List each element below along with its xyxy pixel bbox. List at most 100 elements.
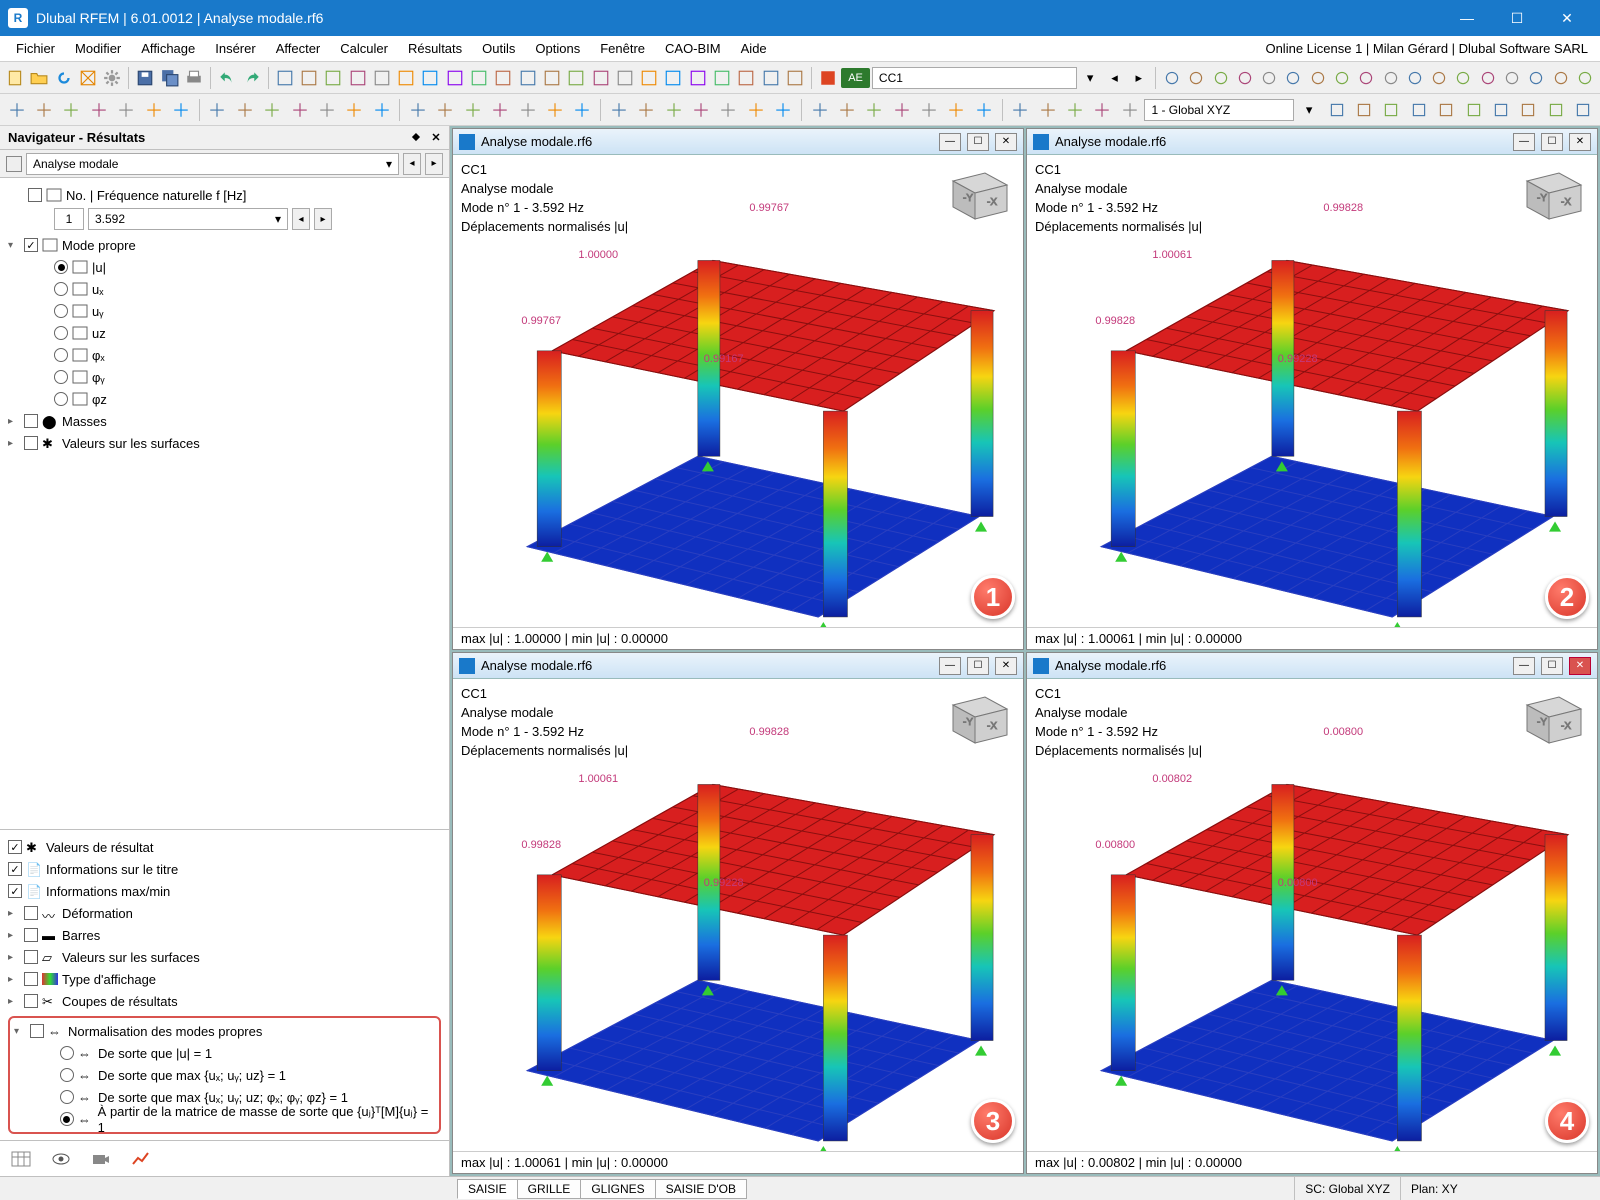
tb-misc2-9-icon[interactable] bbox=[1379, 65, 1401, 91]
norm1-radio[interactable] bbox=[60, 1046, 74, 1060]
tb2-35-icon[interactable] bbox=[1008, 97, 1033, 123]
tb-gear-icon[interactable] bbox=[101, 65, 123, 91]
barres-expander[interactable]: ▸ bbox=[8, 930, 20, 941]
tb-misc1-10-icon[interactable] bbox=[516, 65, 538, 91]
viewport-4-maximize-button[interactable]: ☐ bbox=[1541, 657, 1563, 675]
mode-uz-radio[interactable] bbox=[54, 326, 68, 340]
tb-misc1-20-icon[interactable] bbox=[759, 65, 781, 91]
status-tab-glignes[interactable]: GLIGNES bbox=[580, 1179, 655, 1199]
tb-misc2-15-icon[interactable] bbox=[1525, 65, 1547, 91]
viewport-3-maximize-button[interactable]: ☐ bbox=[967, 657, 989, 675]
viewport-1-titlebar[interactable]: Analyse modale.rf6 — ☐ ✕ bbox=[453, 129, 1023, 155]
tb-misc2-7-icon[interactable] bbox=[1331, 65, 1353, 91]
status-tab-saisie[interactable]: SAISIE bbox=[457, 1179, 518, 1199]
menu-inserer[interactable]: Insérer bbox=[205, 38, 265, 59]
menu-resultats[interactable]: Résultats bbox=[398, 38, 472, 59]
coupes-expander[interactable]: ▸ bbox=[8, 996, 20, 1007]
load-case-field[interactable] bbox=[872, 67, 1077, 89]
tb-misc1-0-icon[interactable] bbox=[274, 65, 296, 91]
tb2-10-icon[interactable] bbox=[287, 97, 312, 123]
typedisp-expander[interactable]: ▸ bbox=[8, 974, 20, 985]
mode-uy-radio[interactable] bbox=[54, 304, 68, 318]
nav-pin-icon[interactable]: ⬥ bbox=[407, 129, 425, 147]
mode-phy-radio[interactable] bbox=[54, 370, 68, 384]
nav-footer-camera-icon[interactable] bbox=[88, 1146, 114, 1172]
menu-affecter[interactable]: Affecter bbox=[266, 38, 331, 59]
tb2-21-icon[interactable] bbox=[606, 97, 631, 123]
mode-phx-radio[interactable] bbox=[54, 348, 68, 362]
tb2-22-icon[interactable] bbox=[634, 97, 659, 123]
viewport-2-close-button[interactable]: ✕ bbox=[1569, 133, 1591, 151]
tb-open-icon[interactable] bbox=[28, 65, 50, 91]
tb2b-8-icon[interactable] bbox=[1543, 97, 1568, 123]
infomm-check[interactable] bbox=[8, 884, 22, 898]
menu-outils[interactable]: Outils bbox=[472, 38, 525, 59]
tb2-4-icon[interactable] bbox=[114, 97, 139, 123]
tb2b-1-icon[interactable] bbox=[1351, 97, 1376, 123]
menu-fenetre[interactable]: Fenêtre bbox=[590, 38, 655, 59]
tb-misc1-9-icon[interactable] bbox=[492, 65, 514, 91]
tb-undo-icon[interactable] bbox=[216, 65, 238, 91]
tb-misc1-8-icon[interactable] bbox=[468, 65, 490, 91]
coord-system-field[interactable] bbox=[1144, 99, 1294, 121]
tb2-25-icon[interactable] bbox=[716, 97, 741, 123]
tb-misc2-0-icon[interactable] bbox=[1161, 65, 1183, 91]
tb2-1-icon[interactable] bbox=[31, 97, 56, 123]
tb-model-icon[interactable] bbox=[77, 65, 99, 91]
status-tab-grille[interactable]: GRILLE bbox=[517, 1179, 582, 1199]
viewport-4-canvas[interactable]: CC1Analyse modaleMode n° 1 - 3.592 HzDép… bbox=[1027, 679, 1597, 1151]
viewport-2-minimize-button[interactable]: — bbox=[1513, 133, 1535, 151]
mode-phz-radio[interactable] bbox=[54, 392, 68, 406]
modepropre-check[interactable] bbox=[24, 238, 38, 252]
tb2-7-icon[interactable] bbox=[205, 97, 230, 123]
window-minimize-button[interactable]: — bbox=[1442, 0, 1492, 36]
tb-print-icon[interactable] bbox=[183, 65, 205, 91]
window-maximize-button[interactable]: ☐ bbox=[1492, 0, 1542, 36]
tb2-38-icon[interactable] bbox=[1090, 97, 1115, 123]
tb2-cs-drop-icon[interactable]: ▾ bbox=[1296, 97, 1321, 123]
mode-ux-radio[interactable] bbox=[54, 282, 68, 296]
masses-expander[interactable]: ▸ bbox=[8, 416, 20, 427]
freq-value-select[interactable]: 3.592▾ bbox=[88, 208, 288, 230]
tb2-27-icon[interactable] bbox=[770, 97, 795, 123]
tb-misc1-5-icon[interactable] bbox=[395, 65, 417, 91]
tb-dropdown-icon[interactable]: ▾ bbox=[1079, 65, 1101, 91]
tb-misc2-5-icon[interactable] bbox=[1282, 65, 1304, 91]
modepropre-expander[interactable]: ▾ bbox=[8, 240, 20, 251]
tb-misc2-6-icon[interactable] bbox=[1307, 65, 1329, 91]
nav-next-button[interactable]: ▸ bbox=[425, 153, 443, 175]
viewport-1-minimize-button[interactable]: — bbox=[939, 133, 961, 151]
tb2-16-icon[interactable] bbox=[460, 97, 485, 123]
mode-u-radio[interactable] bbox=[54, 260, 68, 274]
tb-misc2-4-icon[interactable] bbox=[1258, 65, 1280, 91]
viewport-2-titlebar[interactable]: Analyse modale.rf6 — ☐ ✕ bbox=[1027, 129, 1597, 155]
norm3-radio[interactable] bbox=[60, 1090, 74, 1104]
tb2-18-icon[interactable] bbox=[515, 97, 540, 123]
tb2b-9-icon[interactable] bbox=[1570, 97, 1595, 123]
tb-save-icon[interactable] bbox=[134, 65, 156, 91]
tb-misc1-2-icon[interactable] bbox=[322, 65, 344, 91]
tb2-31-icon[interactable] bbox=[889, 97, 914, 123]
viewport-4-titlebar[interactable]: Analyse modale.rf6 — ☐ ✕ bbox=[1027, 653, 1597, 679]
tb2-34-icon[interactable] bbox=[971, 97, 996, 123]
tb2-3-icon[interactable] bbox=[86, 97, 111, 123]
tb2b-6-icon[interactable] bbox=[1488, 97, 1513, 123]
freq-prev-button[interactable]: ◂ bbox=[292, 208, 310, 230]
tb2b-5-icon[interactable] bbox=[1461, 97, 1486, 123]
tb-misc2-17-icon[interactable] bbox=[1574, 65, 1596, 91]
menu-aide[interactable]: Aide bbox=[731, 38, 777, 59]
menu-cao-bim[interactable]: CAO-BIM bbox=[655, 38, 731, 59]
tb2b-3-icon[interactable] bbox=[1406, 97, 1431, 123]
menu-modifier[interactable]: Modifier bbox=[65, 38, 131, 59]
tb-new-icon[interactable] bbox=[4, 65, 26, 91]
viewport-3-close-button[interactable]: ✕ bbox=[995, 657, 1017, 675]
tb-misc1-17-icon[interactable] bbox=[687, 65, 709, 91]
tb-misc2-13-icon[interactable] bbox=[1477, 65, 1499, 91]
tb-misc2-10-icon[interactable] bbox=[1404, 65, 1426, 91]
tb-misc1-6-icon[interactable] bbox=[419, 65, 441, 91]
surfval-expander[interactable]: ▸ bbox=[8, 438, 20, 449]
menu-fichier[interactable]: Fichier bbox=[6, 38, 65, 59]
tb2-20-icon[interactable] bbox=[570, 97, 595, 123]
tb2-6-icon[interactable] bbox=[168, 97, 193, 123]
tb-misc1-12-icon[interactable] bbox=[565, 65, 587, 91]
